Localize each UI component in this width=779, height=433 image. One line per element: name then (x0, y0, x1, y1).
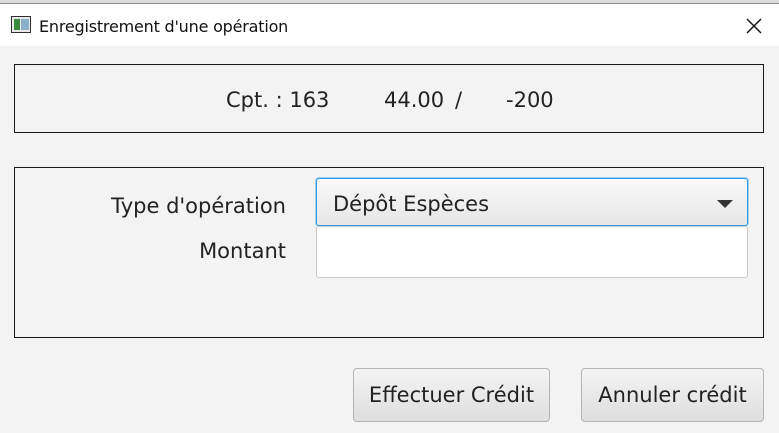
amount-label: Montant (199, 239, 286, 263)
account-info-panel: Cpt. : 163 44.00 / -200 (14, 64, 764, 133)
operation-type-select[interactable]: Dépôt Espèces (316, 178, 748, 226)
operation-type-value: Dépôt Espèces (333, 192, 490, 216)
amount-input[interactable] (316, 226, 748, 278)
cancel-credit-button[interactable]: Annuler crédit (581, 368, 764, 422)
operation-form-panel: Type d'opération Dépôt Espèces Montant (14, 167, 764, 338)
account-balance: 44.00 (384, 88, 445, 112)
overdraft-limit: -200 (506, 88, 554, 112)
window-title: Enregistrement d'une opération (39, 17, 289, 36)
dialog-window: Enregistrement d'une opération Cpt. : 16… (0, 0, 779, 433)
chevron-down-icon (717, 200, 733, 208)
account-number: Cpt. : 163 (226, 88, 330, 112)
balance-separator: / (455, 88, 463, 112)
title-bar: Enregistrement d'une opération (0, 4, 779, 46)
confirm-credit-button[interactable]: Effectuer Crédit (353, 368, 550, 422)
app-window-icon (11, 16, 31, 33)
operation-type-label: Type d'opération (111, 194, 286, 218)
close-button[interactable] (733, 9, 775, 43)
close-icon (746, 18, 762, 34)
